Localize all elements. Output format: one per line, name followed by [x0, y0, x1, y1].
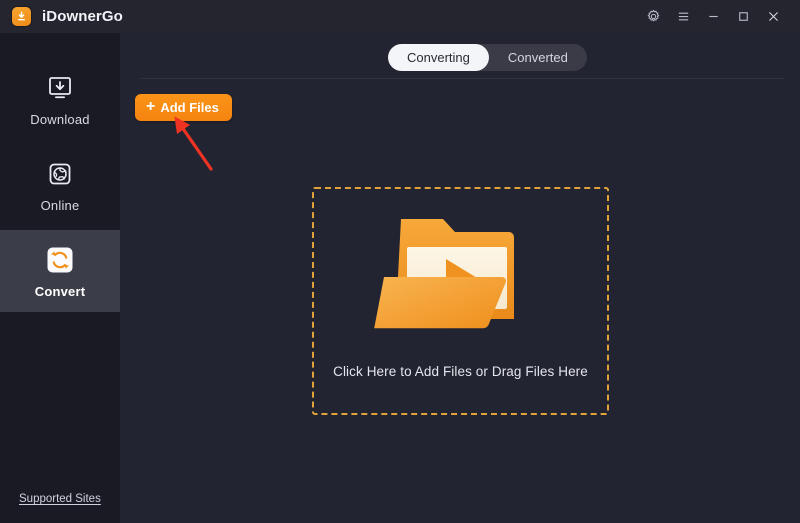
sidebar: Download Online	[0, 33, 120, 523]
add-files-label: Add Files	[160, 100, 219, 115]
sidebar-item-label: Convert	[35, 284, 86, 299]
tab-bar: Converting Converted	[388, 44, 587, 71]
window-controls	[638, 4, 800, 30]
sidebar-item-label: Download	[30, 112, 89, 127]
dropzone-label: Click Here to Add Files or Drag Files He…	[333, 364, 588, 379]
close-icon[interactable]	[758, 4, 788, 30]
sidebar-item-label: Online	[41, 198, 80, 213]
file-dropzone[interactable]: Click Here to Add Files or Drag Files He…	[312, 187, 609, 415]
plus-icon: +	[146, 99, 155, 115]
minimize-icon[interactable]	[698, 4, 728, 30]
maximize-icon[interactable]	[728, 4, 758, 30]
add-files-button[interactable]: + Add Files	[135, 94, 232, 121]
convert-refresh-icon	[43, 243, 77, 277]
sidebar-item-online[interactable]: Online	[0, 144, 120, 226]
app-window: iDownerGo	[0, 0, 800, 523]
tab-converted[interactable]: Converted	[489, 44, 587, 71]
open-folder-video-icon	[366, 209, 556, 354]
globe-icon	[43, 157, 77, 191]
download-monitor-icon	[43, 71, 77, 105]
tab-converting[interactable]: Converting	[388, 44, 489, 71]
sidebar-item-convert[interactable]: Convert	[0, 230, 120, 312]
gear-icon[interactable]	[638, 4, 668, 30]
app-logo-icon	[12, 7, 31, 26]
title-bar: iDownerGo	[0, 0, 800, 33]
supported-sites-link[interactable]: Supported Sites	[19, 493, 101, 505]
main-content: Converting Converted + Add Files	[120, 33, 800, 523]
app-title: iDownerGo	[42, 8, 123, 25]
sidebar-item-download[interactable]: Download	[0, 58, 120, 140]
hamburger-menu-icon[interactable]	[668, 4, 698, 30]
toolbar-divider	[140, 78, 785, 79]
